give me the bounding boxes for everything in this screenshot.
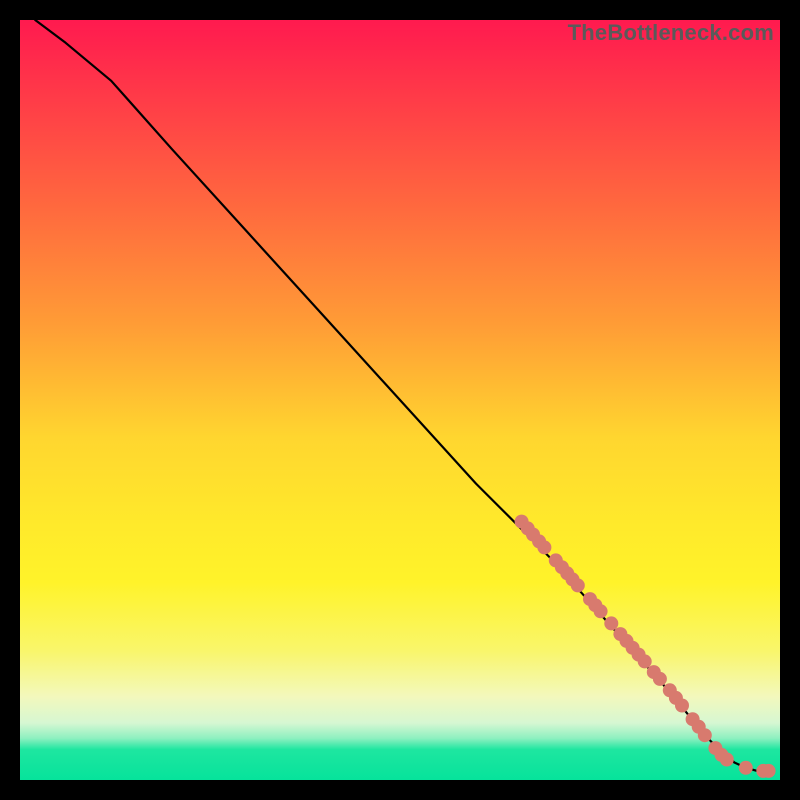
data-point [720,753,734,767]
data-point [739,761,753,775]
data-point [638,654,652,668]
data-point [594,604,608,618]
data-point [675,699,689,713]
data-point [604,616,618,630]
data-point [762,764,776,778]
chart-svg [20,20,780,780]
plot-area: TheBottleneck.com [20,20,780,780]
data-point [653,672,667,686]
data-point [537,540,551,554]
curve-line [35,20,768,771]
data-point [571,578,585,592]
chart-frame: TheBottleneck.com [0,0,800,800]
marker-group [515,515,776,778]
data-point [698,728,712,742]
